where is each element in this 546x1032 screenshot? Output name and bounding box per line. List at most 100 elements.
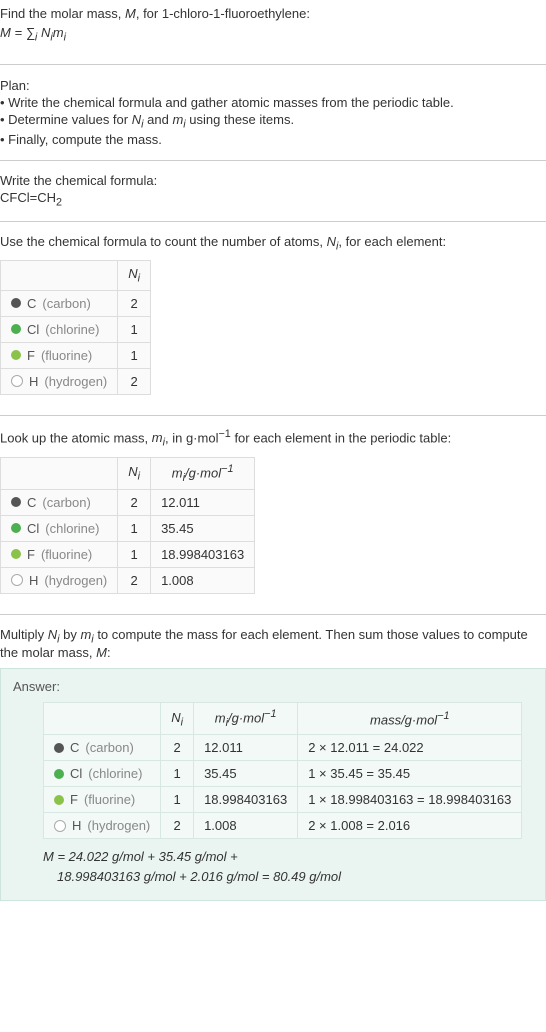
N-cell: 2 [118,368,151,394]
N-cell: 2 [118,290,151,316]
element-cell: Cl(chlorine) [1,316,118,342]
lookup-mi-sym: m [152,430,163,445]
table-row: F(fluorine)118.9984031631 × 18.998403163… [44,787,522,813]
element-dot-icon [11,298,21,308]
mul-mi: mi [80,627,93,642]
Ni-header-sub: i [138,273,140,285]
element-cell: H(hydrogen) [1,368,118,394]
N-cell: 2 [118,567,151,593]
table-row: C(carbon)212.0112 × 12.011 = 24.022 [44,735,522,761]
mi-header: mi/g·mol−1 [151,457,255,489]
N-cell: 2 [118,489,151,515]
count-table: Ni C(carbon)2Cl(chlorine)1F(fluorine)1H(… [0,260,151,395]
lookup-section: Look up the atomic mass, mi, in g·mol−1 … [0,424,546,606]
element-dot-icon [11,324,21,334]
mul-end: : [107,645,111,660]
element-cell: C(carbon) [44,735,161,761]
lookup-before: Look up the atomic mass, [0,430,152,445]
element-dot-icon [54,769,64,779]
N-cell: 1 [118,541,151,567]
table-row: H(hydrogen)21.0082 × 1.008 = 2.016 [44,813,522,839]
table-row: Cl(chlorine)135.451 × 35.45 = 35.45 [44,761,522,787]
Ni-header: Ni [118,457,151,489]
Ni-header-sym: N [128,464,137,479]
answer-label: Answer: [13,679,533,694]
mass-header: mass/g·mol−1 [298,703,522,735]
lookup-mi: mi [152,430,165,445]
element-symbol: F [70,792,78,807]
element-cell: Cl(chlorine) [1,515,118,541]
m-cell: 35.45 [151,515,255,541]
element-symbol: C [70,740,79,755]
lookup-mid: , in g·mol [165,430,218,445]
divider [0,160,546,161]
element-name: (hydrogen) [44,573,107,588]
table-row: H(hydrogen)21.008 [1,567,255,593]
Ni-header-sym: N [171,710,180,725]
m-cell: 35.45 [194,761,298,787]
element-name: (fluorine) [41,348,92,363]
m-cell: 12.011 [194,735,298,761]
N-cell: 1 [118,342,151,368]
element-cell: F(fluorine) [44,787,161,813]
chemical-formula-section: Write the chemical formula: CFCl=CH2 [0,169,546,213]
m-cell: 18.998403163 [151,541,255,567]
table-row: H(hydrogen)2 [1,368,151,394]
element-cell: C(carbon) [1,489,118,515]
table-header-row: Ni [1,261,151,291]
intro-section: Find the molar mass, M, for 1-chloro-1-f… [0,0,546,56]
table-row: F(fluorine)1 [1,342,151,368]
element-symbol: H [72,818,81,833]
element-name: (chlorine) [45,521,99,536]
Ni-header-sub: i [138,471,140,483]
blank-header [1,457,118,489]
plan-Ni: Ni [132,112,144,127]
element-name: (chlorine) [88,766,142,781]
table-row: C(carbon)2 [1,290,151,316]
element-symbol: Cl [70,766,82,781]
blank-header [44,703,161,735]
final-line1: M = 24.022 g/mol + 35.45 g/mol + [43,847,533,867]
mul-before: Multiply [0,627,48,642]
chem-formula-title: Write the chemical formula: [0,173,546,188]
lookup-sup: −1 [218,428,230,440]
element-symbol: C [27,296,36,311]
plan-b2-after: using these items. [186,112,294,127]
element-dot-icon [54,820,66,832]
multiply-section: Multiply Ni by mi to compute the mass fo… [0,623,546,665]
plan-bullet-1: • Write the chemical formula and gather … [0,94,546,111]
mass-cell: 2 × 12.011 = 24.022 [298,735,522,761]
element-symbol: C [27,495,36,510]
element-dot-icon [54,743,64,753]
N-cell: 1 [161,761,194,787]
Ni-header-sym: N [128,266,137,281]
element-cell: C(carbon) [1,290,118,316]
intro-M: M [125,6,136,21]
final-line2: 18.998403163 g/mol + 2.016 g/mol = 80.49… [43,867,533,887]
lookup-title: Look up the atomic mass, mi, in g·mol−1 … [0,428,546,449]
count-title-after: , for each element: [338,234,446,249]
element-name: (chlorine) [45,322,99,337]
mass-cell: 1 × 18.998403163 = 18.998403163 [298,787,522,813]
plan-b2-before: • Determine values for [0,112,132,127]
plan-mi-sym: m [172,112,183,127]
Ni-header-sub: i [181,716,183,728]
table-row: Cl(chlorine)1 [1,316,151,342]
element-dot-icon [11,523,21,533]
mul-Ni: Ni [48,627,60,642]
multiply-text: Multiply Ni by mi to compute the mass fo… [0,627,546,661]
plan-Ni-sym: N [132,112,141,127]
element-name: (hydrogen) [44,374,107,389]
count-section: Use the chemical formula to count the nu… [0,230,546,407]
element-dot-icon [11,574,23,586]
element-dot-icon [11,549,21,559]
table-row: F(fluorine)118.998403163 [1,541,255,567]
element-symbol: F [27,547,35,562]
mul-mid: by [59,627,80,642]
molar-mass-formula: M = ∑i Nimi [0,23,546,52]
element-cell: F(fluorine) [1,342,118,368]
count-Ni: Ni [327,234,339,249]
mul-Ni-sym: N [48,627,57,642]
Ni-header: Ni [161,703,194,735]
plan-bullet-2: • Determine values for Ni and mi using t… [0,111,546,132]
